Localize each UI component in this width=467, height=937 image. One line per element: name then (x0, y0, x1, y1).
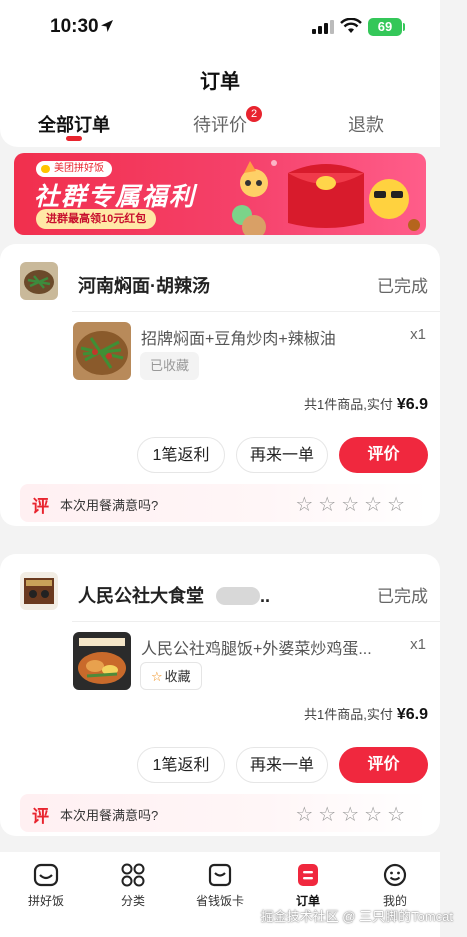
status-bar: 10:30 69 (0, 0, 467, 55)
order-icon (298, 864, 318, 886)
tabbar-label: 分类 (120, 894, 145, 908)
divider (72, 621, 440, 622)
tabbar-item-category[interactable]: 分类 (93, 862, 173, 909)
tabbar-label: 拼好饭 (27, 894, 64, 908)
order-card[interactable]: 人民公社大食堂.. 已完成 人民公社鸡腿饭+外婆菜炒鸡蛋... x1 ☆ 收藏 共… (0, 554, 440, 836)
divider (72, 311, 440, 312)
cashback-button[interactable]: 1笔返利 (137, 437, 225, 473)
page-title: 订单 (200, 71, 240, 93)
order-status: 已完成 (377, 587, 428, 606)
tabbar-label: 省钱饭卡 (195, 894, 244, 908)
cashback-button[interactable]: 1笔返利 (137, 747, 225, 783)
summary-text: 共1件商品,实付 (304, 397, 393, 412)
tabbar-item-meal-card[interactable]: 省钱饭卡 (180, 862, 260, 909)
food-image[interactable] (73, 322, 131, 380)
battery-cap (403, 23, 405, 31)
brand-logo-icon (41, 165, 50, 173)
favorite-label: 收藏 (164, 669, 191, 684)
red-packet-mascot-illustration (232, 160, 420, 235)
tabbar-item-pinhaofan[interactable]: 拼好饭 (6, 862, 86, 909)
blurred-name-segment (216, 587, 260, 605)
order-summary: 共1件商品,实付 ¥6.9 (304, 394, 428, 414)
order-price: ¥6.9 (396, 396, 428, 413)
tab-pending-review[interactable]: 待评价 (193, 111, 247, 137)
order-summary: 共1件商品,实付 ¥6.9 (304, 704, 428, 724)
watermark: 掘金技术社区 @ 三只脚的Tomcat (260, 909, 453, 924)
banner-title: 社群专属福利 (34, 183, 197, 211)
brand-tag: 美团拼好饭 (36, 161, 112, 177)
food-quantity: x1 (410, 326, 426, 343)
grid-icon (121, 863, 145, 887)
active-tab-indicator (66, 136, 82, 141)
shop-name-ellipsis: .. (260, 586, 271, 606)
order-card[interactable]: 河南焖面·胡辣汤 已完成 招牌焖面+豆角炒肉+辣椒油 x1 已收藏 共1件商品,… (0, 244, 440, 526)
food-image[interactable] (73, 632, 131, 690)
food-item-name[interactable]: 招牌焖面+豆角炒肉+辣椒油 (141, 325, 391, 349)
food-item-name[interactable]: 人民公社鸡腿饭+外婆菜炒鸡蛋... (141, 635, 391, 659)
satisfaction-prompt: 本次用餐满意吗? (60, 498, 159, 513)
orders-header: 订单 全部订单 待评价 2 退款 (0, 55, 467, 147)
satisfaction-rating-bar: 评 本次用餐满意吗? ☆☆☆☆☆ (20, 484, 428, 522)
star-rating[interactable]: ☆☆☆☆☆ (295, 802, 410, 827)
banner-subtitle: 进群最高领10元红包 (36, 209, 157, 229)
satisfaction-prompt: 本次用餐满意吗? (60, 808, 159, 823)
shop-name[interactable]: 河南焖面·胡辣汤 (78, 272, 210, 298)
review-button[interactable]: 评价 (339, 437, 428, 473)
tabbar-item-mine[interactable]: 我的 (355, 862, 435, 909)
review-icon: 评 (32, 807, 49, 826)
tabbar-item-orders[interactable]: 订单 (268, 862, 348, 909)
shop-name-text: 人民公社大食堂 (78, 586, 204, 606)
favorite-button[interactable]: ☆ 收藏 (140, 662, 202, 690)
order-price: ¥6.9 (396, 706, 428, 723)
location-arrow-icon (101, 20, 113, 32)
shop-name[interactable]: 人民公社大食堂.. (78, 582, 270, 608)
page-edge (440, 0, 467, 937)
battery-indicator: 69 (368, 18, 402, 36)
shop-logo[interactable] (20, 262, 58, 300)
wifi-icon (340, 18, 362, 33)
smiley-icon (383, 863, 407, 887)
bowl-icon (33, 863, 59, 887)
reorder-button[interactable]: 再来一单 (236, 437, 328, 473)
review-button[interactable]: 评价 (339, 747, 428, 783)
cellular-signal-icon (312, 20, 334, 34)
star-rating[interactable]: ☆☆☆☆☆ (295, 492, 410, 517)
star-icon: ☆ (151, 669, 163, 684)
favorited-tag[interactable]: 已收藏 (140, 352, 200, 380)
brand-name: 美团拼好饭 (54, 163, 104, 174)
order-status: 已完成 (377, 277, 428, 296)
food-quantity: x1 (410, 636, 426, 653)
review-icon: 评 (32, 497, 49, 516)
promo-banner[interactable]: 美团拼好饭 社群专属福利 进群最高领10元红包 (14, 153, 426, 235)
shop-logo[interactable] (20, 572, 58, 610)
tab-all-orders[interactable]: 全部订单 (38, 111, 110, 137)
status-time: 10:30 (50, 16, 99, 37)
tab-refund[interactable]: 退款 (348, 111, 384, 137)
pending-review-badge: 2 (246, 106, 262, 122)
satisfaction-rating-bar: 评 本次用餐满意吗? ☆☆☆☆☆ (20, 794, 428, 832)
summary-text: 共1件商品,实付 (304, 707, 393, 722)
card-icon (208, 863, 232, 887)
reorder-button[interactable]: 再来一单 (236, 747, 328, 783)
